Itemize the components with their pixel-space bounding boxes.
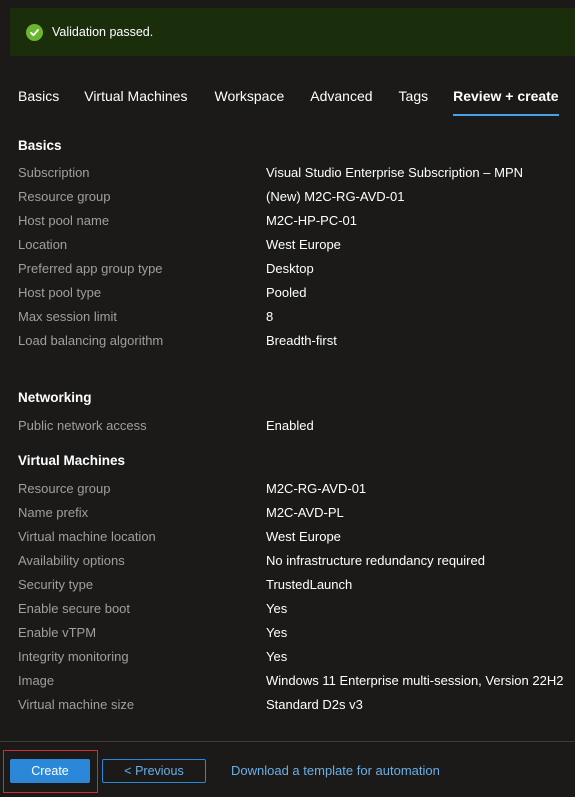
field-value: TrustedLaunch <box>266 577 353 592</box>
basics-row: Subscription Visual Studio Enterprise Sub… <box>18 161 575 185</box>
field-label: Resource group <box>18 481 111 496</box>
basics-row: Load balancing algorithm Breadth-first <box>18 329 575 353</box>
vm-row: Virtual machine size Standard D2s v3 <box>18 693 575 717</box>
field-label: Subscription <box>18 165 90 180</box>
section-title-virtual-machines: Virtual Machines <box>18 453 126 468</box>
field-value: Standard D2s v3 <box>266 697 363 712</box>
checkmark-circle-icon <box>26 23 43 41</box>
vm-row: Name prefix M2C-AVD-PL <box>18 501 575 525</box>
field-label: Host pool type <box>18 285 102 300</box>
basics-row: Host pool type Pooled <box>18 281 575 305</box>
field-value: Enabled <box>266 418 314 433</box>
tab-advanced[interactable]: Advanced <box>310 88 372 114</box>
tab-review-create[interactable]: Review + create <box>453 88 559 116</box>
footer-divider <box>0 741 575 742</box>
field-label: Preferred app group type <box>18 261 163 276</box>
field-label: Image <box>18 673 55 688</box>
field-label: Public network access <box>18 418 147 433</box>
vm-row: Enable secure boot Yes <box>18 597 575 621</box>
field-value: West Europe <box>266 237 341 252</box>
field-value: M2C-RG-AVD-01 <box>266 481 367 496</box>
vm-row: Resource group M2C-RG-AVD-01 <box>18 477 575 501</box>
review-summary: Basics Subscription Visual Studio Enterpr… <box>18 136 575 740</box>
field-value: 8 <box>266 309 274 324</box>
basics-row: Resource group (New) M2C-RG-AVD-01 <box>18 185 575 209</box>
networking-list: Public network access Enabled <box>18 414 575 438</box>
field-label: Virtual machine location <box>18 529 156 544</box>
field-label: Virtual machine size <box>18 697 135 712</box>
basics-row: Host pool name M2C-HP-PC-01 <box>18 209 575 233</box>
field-value: Breadth-first <box>266 333 337 348</box>
create-button[interactable]: Create <box>10 759 90 783</box>
validation-message: Validation passed. <box>52 25 154 39</box>
field-label: Integrity monitoring <box>18 649 129 664</box>
vm-row: Availability options No infrastructure re… <box>18 549 575 573</box>
field-label: Load balancing algorithm <box>18 333 164 348</box>
field-label: Location <box>18 237 68 252</box>
field-value: Yes <box>266 649 288 664</box>
tab-workspace[interactable]: Workspace <box>214 88 284 114</box>
wizard-tabs: Basics Virtual Machines Workspace Advanc… <box>18 88 575 116</box>
vm-row: Image Windows 11 Enterprise multi-session… <box>18 669 575 693</box>
field-label: Name prefix <box>18 505 89 520</box>
field-value: Visual Studio Enterprise Subscription – … <box>266 165 523 180</box>
virtual-machines-list: Resource group M2C-RG-AVD-01 Name prefix M2… <box>18 477 575 717</box>
field-value: Windows 11 Enterprise multi-session, Ver… <box>266 673 564 688</box>
basics-row: Location West Europe <box>18 233 575 257</box>
networking-row: Public network access Enabled <box>18 414 575 438</box>
previous-button[interactable]: < Previous <box>102 759 206 783</box>
field-value: Yes <box>266 601 288 616</box>
tab-basics[interactable]: Basics <box>18 88 59 114</box>
basics-row: Preferred app group type Desktop <box>18 257 575 281</box>
vm-row: Security type TrustedLaunch <box>18 573 575 597</box>
field-label: Security type <box>18 577 94 592</box>
field-label: Host pool name <box>18 213 110 228</box>
vm-row: Virtual machine location West Europe <box>18 525 575 549</box>
basics-list: Subscription Visual Studio Enterprise Sub… <box>18 161 575 353</box>
download-template-link[interactable]: Download a template for automation <box>231 763 440 778</box>
field-value: Yes <box>266 625 288 640</box>
field-value: Pooled <box>266 285 307 300</box>
field-label: Max session limit <box>18 309 117 324</box>
field-value: (New) M2C-RG-AVD-01 <box>266 189 405 204</box>
field-value: West Europe <box>266 529 341 544</box>
field-label: Resource group <box>18 189 111 204</box>
vm-row: Enable vTPM Yes <box>18 621 575 645</box>
section-title-basics: Basics <box>18 138 62 153</box>
field-label: Enable vTPM <box>18 625 97 640</box>
tab-virtual-machines[interactable]: Virtual Machines <box>84 88 187 114</box>
field-value: M2C-AVD-PL <box>266 505 344 520</box>
field-value: M2C-HP-PC-01 <box>266 213 358 228</box>
field-value: Desktop <box>266 261 314 276</box>
field-label: Availability options <box>18 553 125 568</box>
vm-row: Integrity monitoring Yes <box>18 645 575 669</box>
section-title-networking: Networking <box>18 390 92 405</box>
validation-banner: Validation passed. <box>10 8 575 56</box>
basics-row: Max session limit 8 <box>18 305 575 329</box>
field-label: Enable secure boot <box>18 601 131 616</box>
tab-tags[interactable]: Tags <box>399 88 429 114</box>
field-value: No infrastructure redundancy required <box>266 553 485 568</box>
